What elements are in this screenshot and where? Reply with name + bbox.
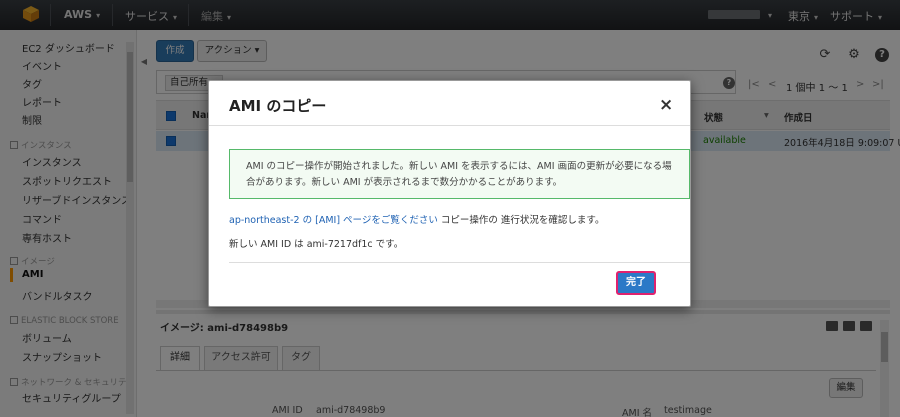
new-ami-id-text: 新しい AMI ID は ami-7217df1c です。 bbox=[229, 239, 404, 250]
dialog-divider bbox=[209, 125, 690, 126]
progress-line: ap-northeast-2 の [AMI] ページをご覧ください コピー操作の… bbox=[229, 212, 604, 226]
success-alert: AMI のコピー操作が開始されました。新しい AMI を表示するには、AMI 画… bbox=[229, 149, 690, 199]
copy-ami-dialog: AMI のコピー × AMI のコピー操作が開始されました。新しい AMI を表… bbox=[208, 80, 691, 307]
done-button[interactable]: 完了 bbox=[616, 271, 656, 295]
dialog-footer-divider bbox=[229, 262, 690, 263]
ami-page-link[interactable]: ap-northeast-2 の [AMI] ページをご覧ください bbox=[229, 215, 438, 226]
close-icon[interactable]: × bbox=[659, 95, 673, 115]
alert-message: AMI のコピー操作が開始されました。新しい AMI を表示するには、AMI 画… bbox=[246, 161, 672, 188]
dialog-title: AMI のコピー bbox=[229, 97, 327, 115]
progress-line-suffix: コピー操作の 進行状況を確認します。 bbox=[437, 215, 605, 226]
